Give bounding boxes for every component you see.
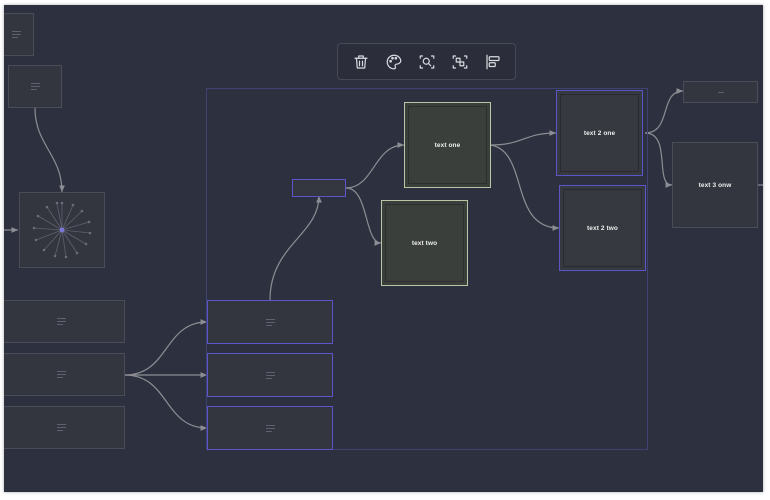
text-lines-icon <box>11 31 21 38</box>
node-text-3-onw-label: text 3 onw <box>698 181 732 189</box>
node-text-2-two-label: text 2 two <box>587 224 618 232</box>
node-small-connector[interactable] <box>292 179 346 197</box>
node-text-two-label: text two <box>411 239 438 247</box>
align-left-icon <box>485 54 500 69</box>
node-left-row-3[interactable] <box>4 406 125 449</box>
align-button[interactable] <box>480 49 506 75</box>
edge-2one-to-topright <box>644 88 684 134</box>
node-selected-card-3[interactable] <box>207 406 333 450</box>
text-lines-icon <box>57 318 66 325</box>
node-text-one-label: text one <box>434 141 461 149</box>
node-text-3-onw[interactable]: text 3 onw <box>672 142 758 228</box>
node-radial[interactable] <box>19 192 105 268</box>
node-selected-card-2[interactable] <box>207 353 333 397</box>
text-lines-icon <box>265 318 275 326</box>
text-lines-icon <box>265 424 275 432</box>
node-text-one[interactable]: text one <box>404 102 491 188</box>
node-text-2-one-label: text 2 one <box>583 129 616 137</box>
flow-canvas[interactable]: text one text two text 2 one text 2 two … <box>4 5 763 492</box>
color-button[interactable] <box>381 49 407 75</box>
radial-network-icon <box>32 201 92 259</box>
node-left-row-2[interactable] <box>4 353 125 396</box>
text-lines-icon <box>265 371 275 379</box>
edge-2one-to-3onw <box>644 132 673 188</box>
node-selected-card-1[interactable] <box>207 300 333 344</box>
node-text-2-two[interactable]: text 2 two <box>559 185 646 271</box>
zoom-search-icon <box>419 54 434 69</box>
selection-toolbar <box>337 43 516 80</box>
node-text-2-one[interactable]: text 2 one <box>556 90 643 176</box>
node-text-two[interactable]: text two <box>381 200 468 286</box>
edge-mid-to-card-c <box>124 374 208 431</box>
node-top-left[interactable] <box>8 65 62 108</box>
delete-button[interactable] <box>348 49 374 75</box>
node-top-left-partial[interactable] <box>4 13 34 56</box>
text-lines-icon <box>57 424 66 431</box>
palette-icon <box>386 54 401 69</box>
trash-icon <box>353 54 368 69</box>
zoom-button[interactable] <box>414 49 440 75</box>
edge-mid-to-card-a <box>124 319 208 376</box>
text-lines-icon <box>30 83 40 90</box>
fit-selection-icon <box>452 54 467 69</box>
node-top-right-small[interactable] <box>683 81 758 103</box>
edge-top-to-radial <box>34 107 65 193</box>
fit-button[interactable] <box>447 49 473 75</box>
text-lines-icon <box>717 91 724 93</box>
text-lines-icon <box>57 371 66 378</box>
node-left-row-1[interactable] <box>4 300 125 343</box>
